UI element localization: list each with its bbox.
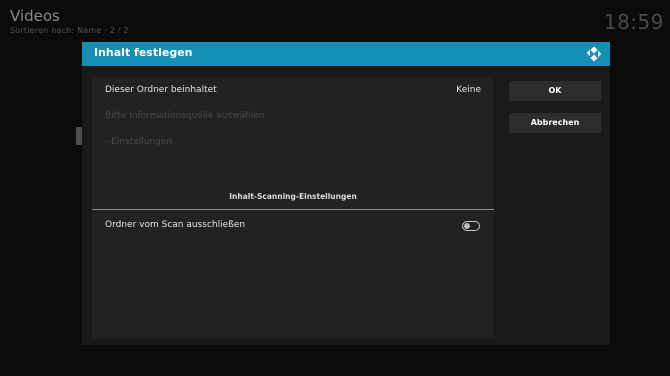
settings-panel: Dieser Ordner beinhaltet Keine Bitte Inf… xyxy=(92,77,494,338)
cancel-button[interactable]: Abbrechen xyxy=(509,113,601,133)
content-type-label: Dieser Ordner beinhaltet xyxy=(105,85,217,95)
dialog-title: Inhalt festlegen xyxy=(94,46,193,59)
exclude-from-scan-toggle[interactable] xyxy=(462,221,480,231)
content-type-row[interactable]: Dieser Ordner beinhaltet Keine xyxy=(92,81,494,101)
info-source-row: Bitte Informationsquelle auswählen xyxy=(92,107,494,127)
settings-label: - Einstellungen xyxy=(105,137,173,147)
exclude-from-scan-label: Ordner vom Scan ausschließen xyxy=(105,220,246,230)
info-source-label: Bitte Informationsquelle auswählen xyxy=(105,111,265,121)
dialog-header: Inhalt festlegen xyxy=(82,42,610,66)
sort-info: Sortieren nach: Name · 2 / 2 xyxy=(10,26,129,35)
toggle-knob xyxy=(464,223,470,229)
section-divider xyxy=(92,209,494,210)
settings-row: - Einstellungen xyxy=(92,133,494,153)
exclude-from-scan-row[interactable]: Ordner vom Scan ausschließen xyxy=(92,216,494,236)
ok-button[interactable]: OK xyxy=(509,81,601,101)
clock: 18:59 xyxy=(603,10,664,34)
content-type-value: Keine xyxy=(456,85,481,95)
app-title: Videos xyxy=(10,7,60,25)
section-title: Inhalt-Scanning-Einstellungen xyxy=(229,192,357,201)
content-dialog: Inhalt festlegen Dieser Ordner beinhalte… xyxy=(82,42,610,345)
kodi-logo-icon xyxy=(586,46,602,62)
